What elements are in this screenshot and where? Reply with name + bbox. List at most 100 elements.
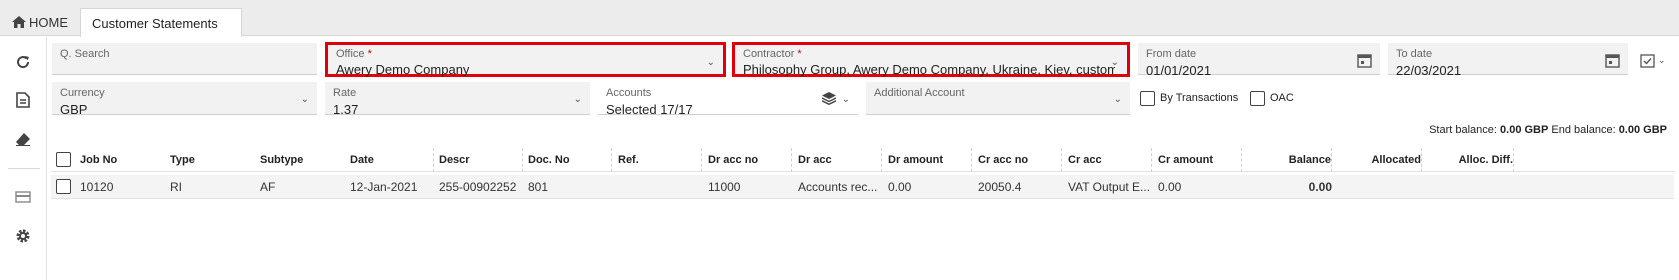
office-select[interactable]: Office * Awery Demo Company ⌄ [325,42,726,77]
column-header[interactable]: Cr acc [1068,148,1152,172]
currency-label: Currency [60,87,105,99]
accounts-select[interactable]: Accounts Selected 17/17 ⌄ [598,82,858,117]
chevron-down-icon: ⌄ [1110,57,1119,68]
table-row[interactable]: 10120 RI AF 12-Jan-2021 255-00902252 801… [51,175,1674,199]
by-transactions-checkbox[interactable] [1140,91,1155,106]
office-required-mark: * [367,48,372,60]
chevron-down-icon: ⌄ [300,94,309,105]
column-header[interactable]: Cr amount [1158,148,1242,172]
cell-job-no: 10120 [80,180,114,194]
cell-ref [618,175,702,199]
accounts-value: Selected 17/17 [606,102,693,117]
refresh-icon [17,56,30,69]
tab-customer-statements[interactable]: Customer Statements [80,8,242,37]
contractor-select[interactable]: Contractor * Philosophy Group, Awery Dem… [732,42,1130,77]
document-icon [16,92,30,108]
contractor-required-mark: * [797,48,802,60]
start-balance-label: Start balance: [1429,124,1497,136]
cell-dr-acc: Accounts rec... [798,180,878,194]
column-header[interactable]: Date [350,148,434,172]
row-checkbox[interactable] [56,179,71,194]
refresh-button[interactable] [13,52,33,72]
column-header[interactable]: Balance [1248,148,1332,172]
oac-label: OAC [1270,92,1294,104]
layers-icon [822,92,836,105]
column-header[interactable]: Cr acc no [978,148,1062,172]
column-header[interactable]: Dr acc no [708,148,792,172]
rate-select[interactable]: Rate 1.37 ⌄ [325,82,590,117]
sidebar [0,37,47,280]
office-label: Office * [336,48,372,60]
cell-descr: 255-00902252 [439,180,517,194]
cell-balance: 0.00 [1308,180,1332,194]
sidebar-divider [8,168,40,169]
from-date-label: From date [1146,48,1197,60]
calendar-check-icon [1640,53,1655,68]
card-icon [15,191,31,203]
card-button[interactable] [13,187,33,207]
column-header[interactable]: Dr amount [888,148,972,172]
end-balance-label: End balance: [1551,124,1616,136]
by-transactions-label: By Transactions [1160,92,1239,104]
column-header[interactable]: Descr [439,148,523,172]
clear-button[interactable] [13,129,33,149]
cell-cr-acc: VAT Output E... [1068,180,1151,194]
calendar-options-button[interactable]: ⌄ [1640,51,1670,69]
contractor-value: Philosophy Group, Awery Demo Company, Uk… [743,62,1115,77]
column-header[interactable]: Alloc. Diff. [1428,148,1514,172]
office-label-text: Office [336,48,365,60]
column-header[interactable]: Subtype [260,148,344,172]
cell-cr-amount: 0.00 [1158,180,1182,194]
gear-icon [16,229,30,243]
tab-customer-statements-label: Customer Statements [92,15,218,31]
column-header[interactable]: Type [170,148,254,172]
home-icon [12,16,26,28]
office-value: Awery Demo Company [336,62,470,77]
search-input[interactable]: Q. Search [52,43,317,75]
cell-date: 12-Jan-2021 [350,180,418,194]
cell-cr-acc-no: 20050.4 [978,180,1022,194]
accounts-label: Accounts [606,87,652,99]
contractor-label-text: Contractor [743,48,795,60]
cell-allocated [1338,175,1422,199]
document-button[interactable] [13,90,33,110]
chevron-down-icon: ⌄ [841,94,850,105]
cell-doc-no: 801 [528,180,549,194]
from-date-value: 01/01/2021 [1146,63,1212,78]
balance-summary: Start balance: 0.00 GBP End balance: 0.0… [1429,124,1667,136]
column-header[interactable]: Ref. [618,148,702,172]
cell-type: RI [170,180,182,194]
additional-account-select[interactable]: Additional Account ⌄ [866,82,1130,115]
select-all-checkbox[interactable] [56,152,71,167]
end-balance-value: 0.00 GBP [1618,124,1667,136]
contractor-label: Contractor * [743,48,802,60]
column-header[interactable]: Dr acc [798,148,882,172]
column-header[interactable]: Doc. No [528,148,612,172]
chevron-down-icon: ⌄ [573,94,582,105]
oac-checkbox[interactable] [1250,91,1265,106]
cell-alloc-diff [1428,175,1514,199]
tab-home[interactable]: HOME [10,8,81,36]
from-date-field[interactable]: From date 01/01/2021 [1138,43,1380,78]
calendar-icon[interactable] [1357,53,1372,68]
start-balance-value: 0.00 GBP [1500,124,1549,136]
rate-label: Rate [333,87,357,99]
chevron-down-icon: ⌄ [1113,94,1122,105]
search-label: Q. Search [60,48,110,60]
cell-dr-acc-no: 11000 [708,180,741,194]
eraser-icon [16,133,30,146]
to-date-field[interactable]: To date 22/03/2021 [1388,43,1628,78]
chevron-down-icon: ⌄ [706,57,715,68]
additional-account-label: Additional Account [874,87,965,99]
calendar-icon[interactable] [1605,53,1620,68]
column-header[interactable]: Allocated [1338,148,1422,172]
currency-select[interactable]: Currency GBP ⌄ [52,82,317,117]
to-date-value: 22/03/2021 [1396,63,1462,78]
column-header[interactable]: Job No [80,148,164,172]
tab-home-label: HOME [29,14,68,30]
settings-button[interactable] [13,226,33,246]
table-header: Job No Type Subtype Date Descr Doc. No R… [51,148,1674,172]
rate-value: 1.37 [333,102,359,117]
cell-dr-amount: 0.00 [888,180,912,194]
currency-value: GBP [60,102,88,117]
